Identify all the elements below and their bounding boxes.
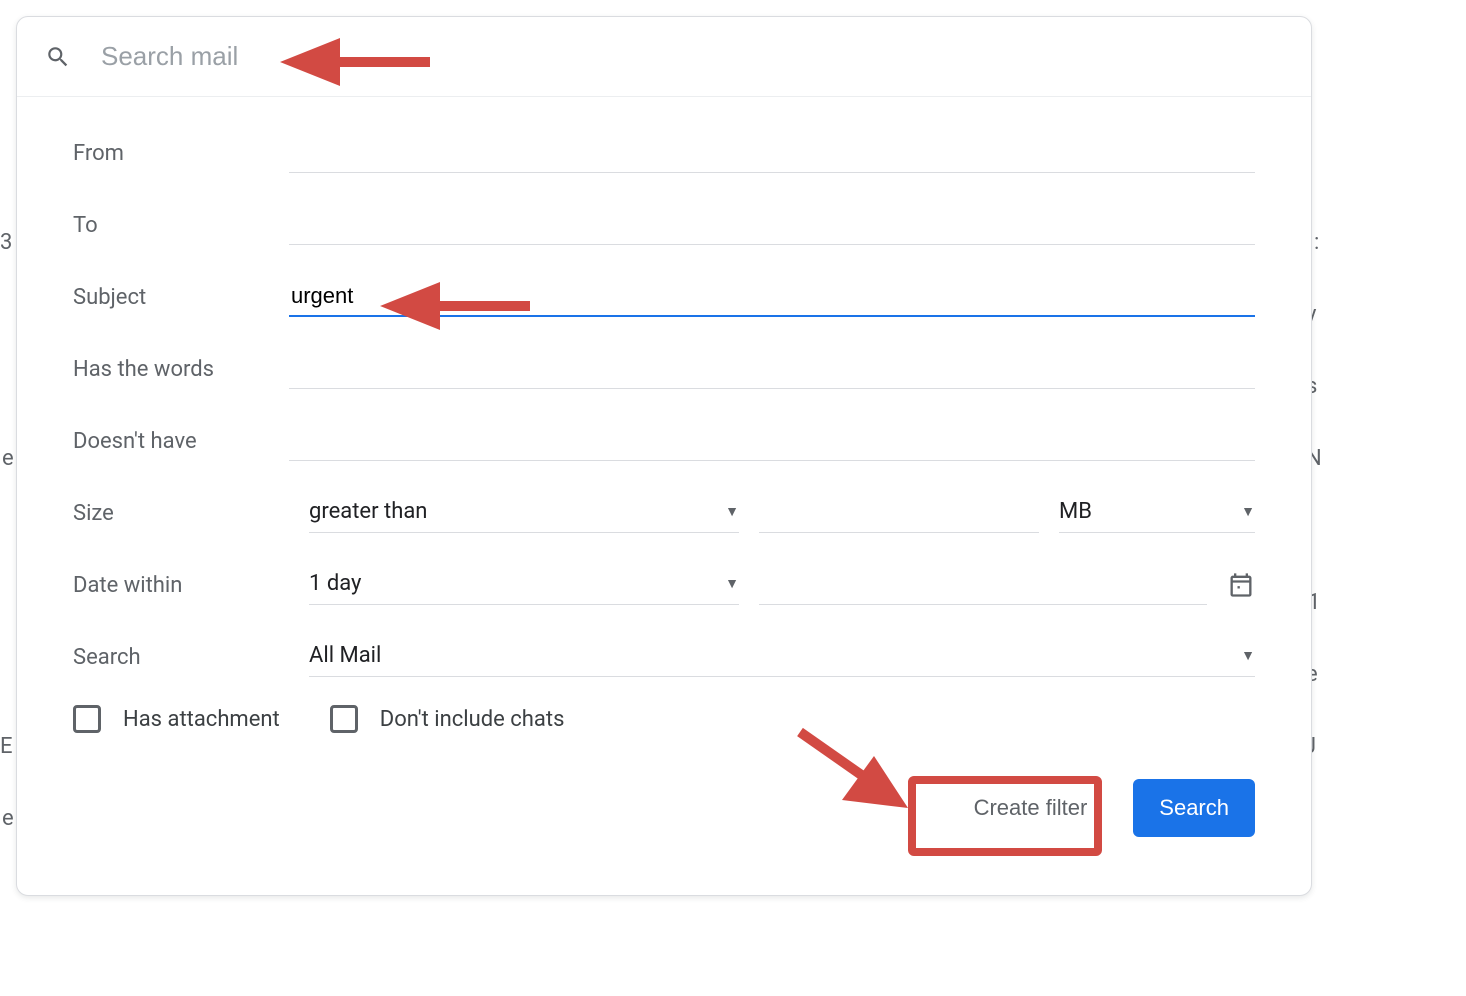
dont-include-chats-label: Don't include chats: [380, 707, 565, 732]
advanced-search-form: From To Subject Has the words Doesn't ha: [17, 97, 1311, 857]
search-scope-dropdown[interactable]: All Mail ▼: [309, 637, 1255, 677]
date-value-field-wrapper: [759, 565, 1207, 605]
has-attachment-label: Has attachment: [123, 707, 280, 732]
row-date-within: Date within 1 day ▼: [73, 549, 1255, 621]
to-field-wrapper: [289, 205, 1255, 245]
checkbox-icon: [330, 705, 358, 733]
calendar-icon[interactable]: [1227, 571, 1255, 599]
doesnt-have-label: Doesn't have: [73, 429, 289, 454]
checkbox-icon: [73, 705, 101, 733]
subject-field-wrapper: [289, 277, 1255, 317]
dont-include-chats-checkbox[interactable]: Don't include chats: [330, 705, 565, 733]
size-amount-field-wrapper: [759, 493, 1039, 533]
from-field-wrapper: [289, 133, 1255, 173]
checkbox-row: Has attachment Don't include chats: [73, 693, 1255, 751]
row-search-scope: Search All Mail ▼: [73, 621, 1255, 693]
search-icon: [45, 44, 71, 70]
row-to: To: [73, 189, 1255, 261]
row-has-words: Has the words: [73, 333, 1255, 405]
bg-fragment: e: [2, 806, 14, 831]
search-button[interactable]: Search: [1133, 779, 1255, 837]
chevron-down-icon: ▼: [1241, 647, 1255, 664]
search-scope-value: All Mail: [309, 643, 381, 668]
subject-input[interactable]: [289, 282, 1255, 311]
doesnt-have-field-wrapper: [289, 421, 1255, 461]
from-input[interactable]: [289, 138, 1255, 167]
bg-fragment: 3: [0, 230, 12, 255]
search-scope-label: Search: [73, 645, 289, 670]
chevron-down-icon: ▼: [725, 503, 739, 520]
from-label: From: [73, 141, 289, 166]
row-size: Size greater than ▼ MB ▼: [73, 477, 1255, 549]
row-subject: Subject: [73, 261, 1255, 333]
size-amount-input[interactable]: [759, 498, 1039, 527]
has-attachment-checkbox[interactable]: Has attachment: [73, 705, 280, 733]
search-input[interactable]: [99, 40, 1283, 73]
date-value-input[interactable]: [759, 570, 1207, 599]
search-filter-panel: From To Subject Has the words Doesn't ha: [16, 16, 1312, 896]
bg-fragment: :: [1314, 230, 1319, 255]
row-from: From: [73, 117, 1255, 189]
has-words-input[interactable]: [289, 354, 1255, 383]
chevron-down-icon: ▼: [1241, 503, 1255, 520]
subject-label: Subject: [73, 285, 289, 310]
date-range-dropdown[interactable]: 1 day ▼: [309, 565, 739, 605]
date-range-value: 1 day: [309, 571, 361, 596]
size-unit-value: MB: [1059, 499, 1092, 524]
date-within-label: Date within: [73, 573, 289, 598]
to-label: To: [73, 213, 289, 238]
size-comparator-dropdown[interactable]: greater than ▼: [309, 493, 739, 533]
search-bar: [17, 17, 1311, 97]
chevron-down-icon: ▼: [725, 575, 739, 592]
bg-fragment: E: [0, 734, 13, 759]
has-words-label: Has the words: [73, 357, 289, 382]
has-words-field-wrapper: [289, 349, 1255, 389]
size-label: Size: [73, 501, 289, 526]
size-unit-dropdown[interactable]: MB ▼: [1059, 493, 1255, 533]
to-input[interactable]: [289, 210, 1255, 239]
size-comparator-value: greater than: [309, 499, 427, 524]
highlight-box-create-filter: [908, 776, 1102, 856]
row-doesnt-have: Doesn't have: [73, 405, 1255, 477]
bg-fragment: e: [2, 446, 14, 471]
doesnt-have-input[interactable]: [289, 426, 1255, 455]
